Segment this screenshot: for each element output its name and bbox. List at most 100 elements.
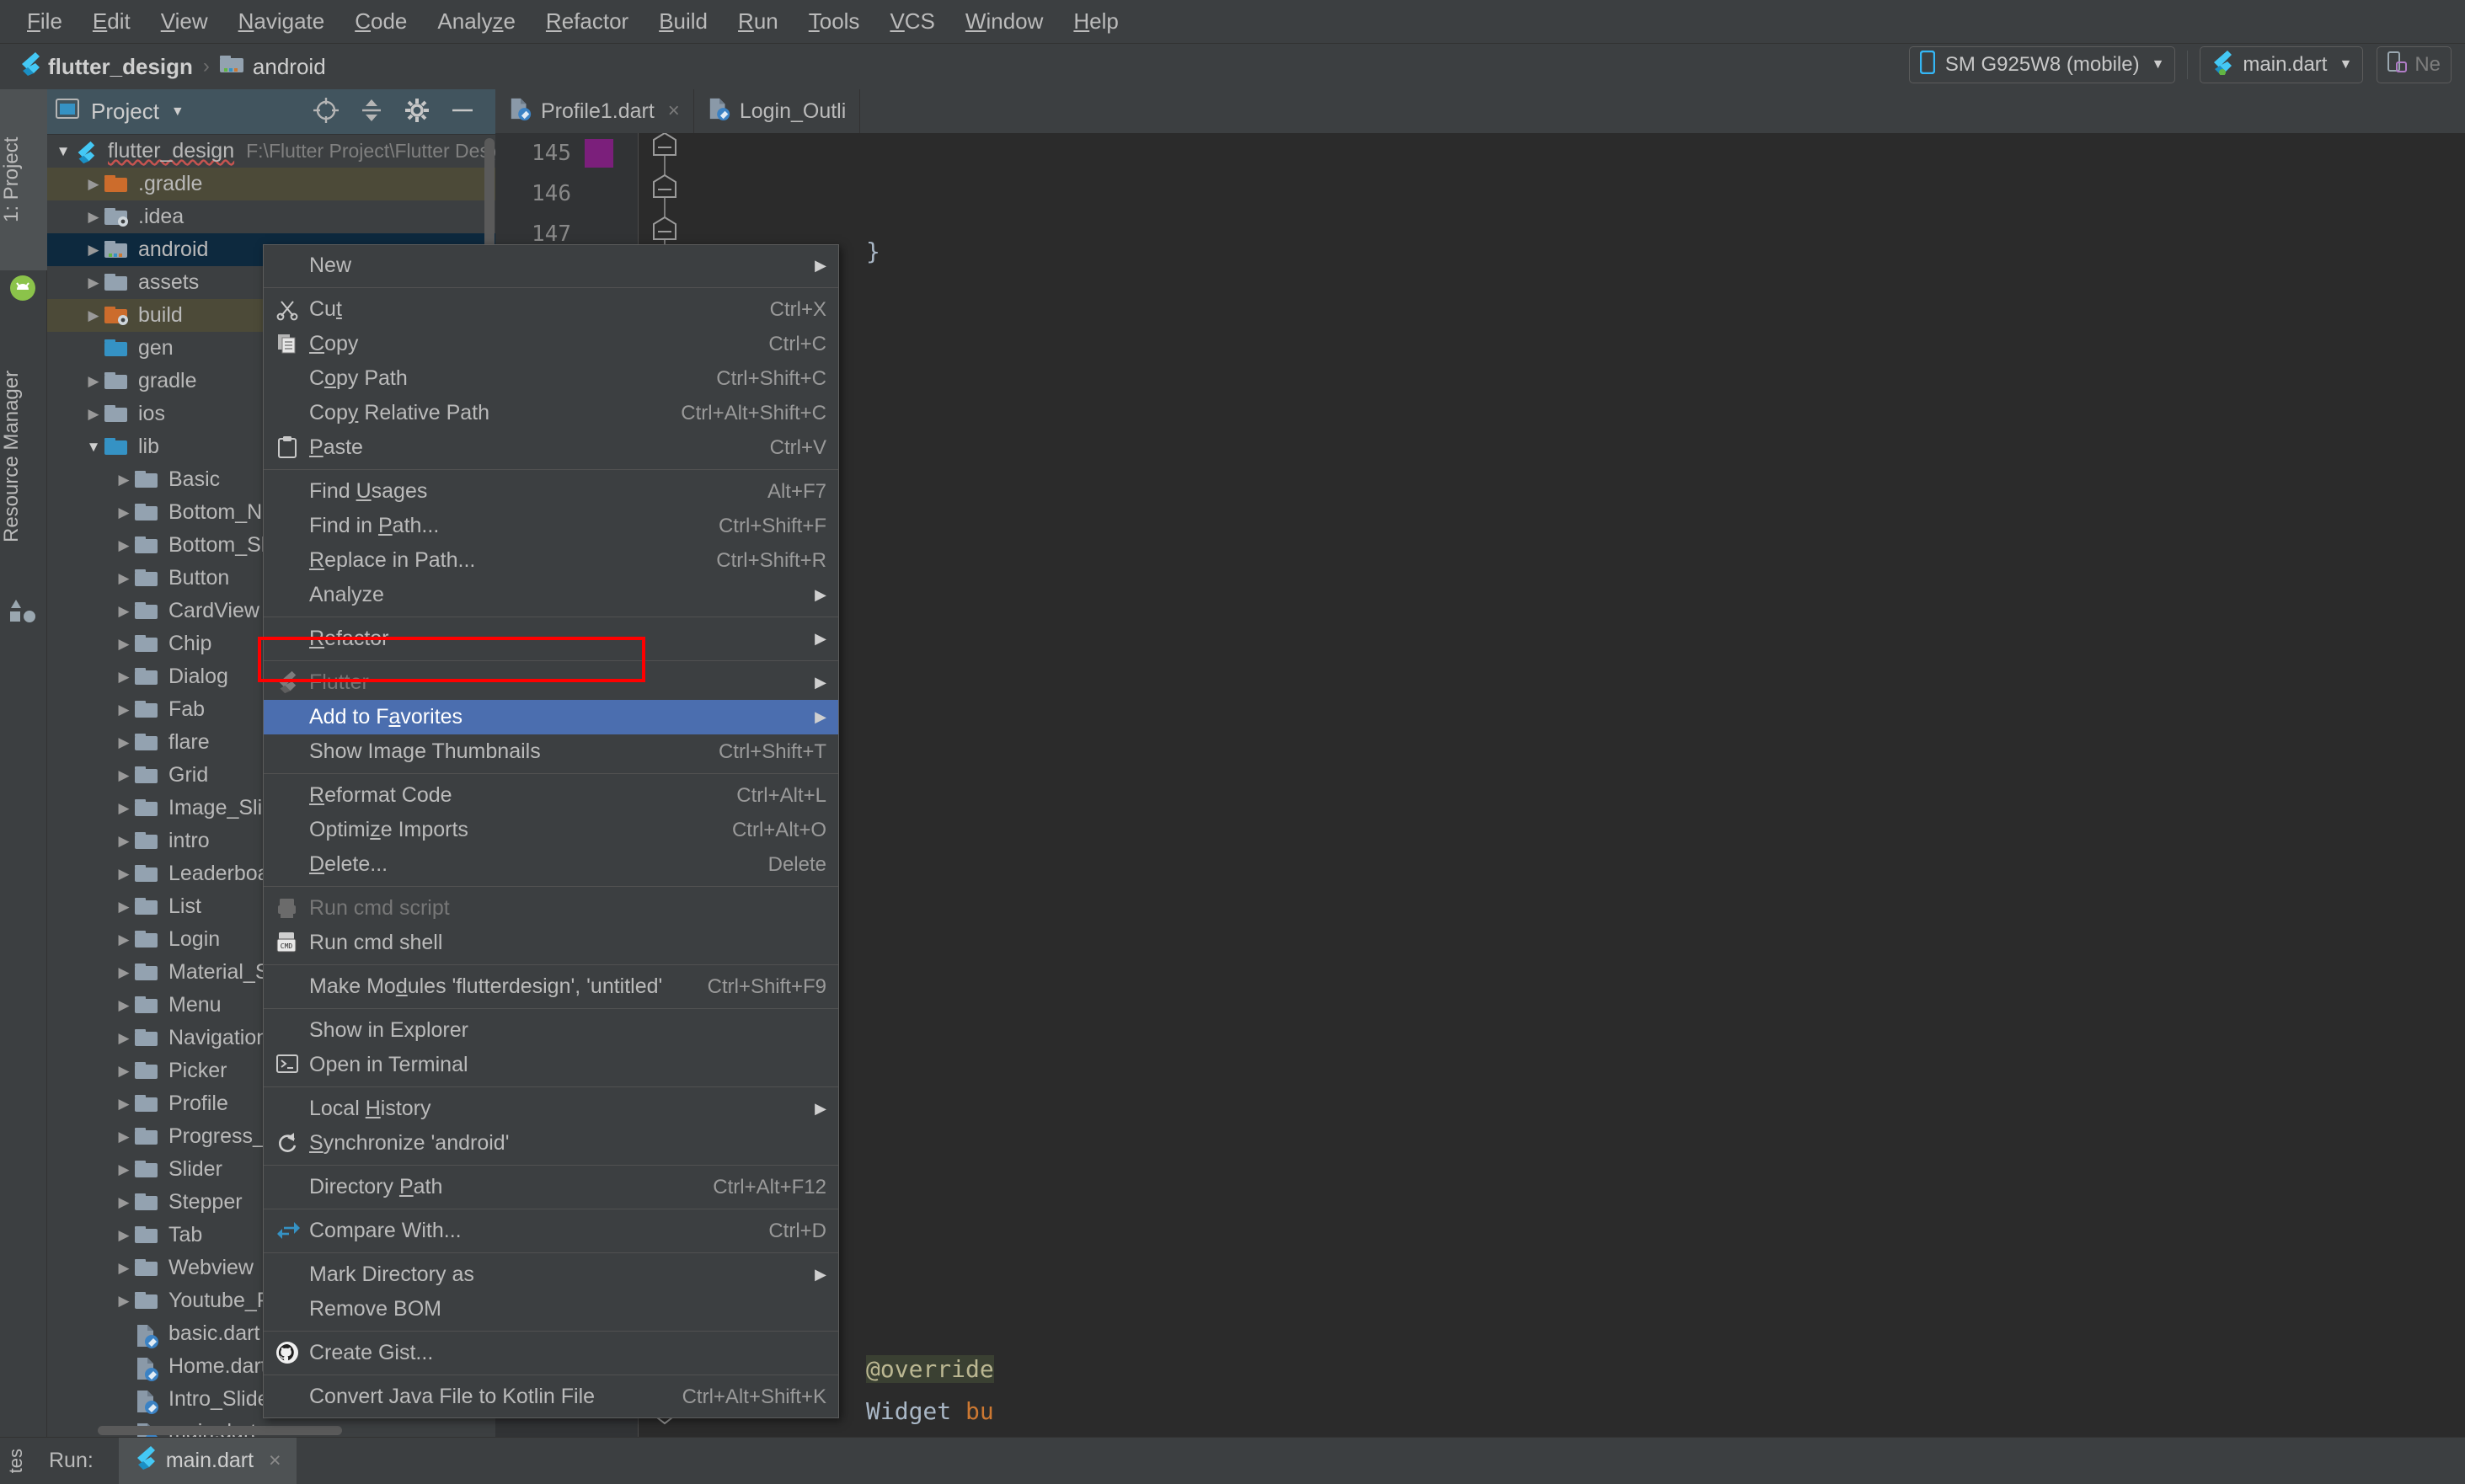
context-menu-item-create-gist[interactable]: Create Gist... bbox=[264, 1336, 838, 1370]
context-menu-item-find-usages[interactable]: Find UsagesAlt+F7 bbox=[264, 474, 838, 509]
collapse-all-icon[interactable] bbox=[357, 96, 389, 128]
menu-vcs[interactable]: VCS bbox=[874, 5, 949, 38]
project-tree-hscrollbar[interactable] bbox=[98, 1426, 342, 1435]
context-menu-item-convert-java-file-to-kotlin-file[interactable]: Convert Java File to Kotlin FileCtrl+Alt… bbox=[264, 1380, 838, 1414]
menu-refactor[interactable]: Refactor bbox=[531, 5, 644, 38]
context-menu-item-copy-relative-path[interactable]: Copy Relative PathCtrl+Alt+Shift+C bbox=[264, 396, 838, 430]
chevron-right-icon[interactable]: ▶ bbox=[113, 702, 135, 718]
tree-item-flutter_design[interactable]: ▼flutter_designF:\Flutter Project\Flutte… bbox=[47, 135, 495, 168]
sidebar-item-resource-manager[interactable]: Resource Manager bbox=[0, 322, 47, 591]
context-menu-item-show-image-thumbnails[interactable]: Show Image ThumbnailsCtrl+Shift+T bbox=[264, 734, 838, 769]
context-menu-item-replace-in-path[interactable]: Replace in Path...Ctrl+Shift+R bbox=[264, 543, 838, 578]
color-swatch[interactable] bbox=[585, 139, 613, 168]
gear-icon[interactable] bbox=[403, 96, 435, 128]
sidebar-item-project[interactable]: 1: Project bbox=[0, 89, 47, 270]
context-menu-item-copy-path[interactable]: Copy PathCtrl+Shift+C bbox=[264, 361, 838, 396]
close-icon[interactable]: × bbox=[668, 99, 680, 123]
chevron-right-icon[interactable]: ▶ bbox=[83, 209, 104, 226]
fold-markers-top[interactable] bbox=[645, 133, 684, 259]
minimize-icon[interactable] bbox=[448, 96, 480, 128]
menu-edit[interactable]: Edit bbox=[78, 5, 146, 38]
chevron-down-icon[interactable]: ▼ bbox=[171, 104, 184, 120]
menu-view[interactable]: View bbox=[146, 5, 223, 38]
chevron-right-icon[interactable]: ▶ bbox=[113, 1063, 135, 1080]
menu-window[interactable]: Window bbox=[950, 5, 1058, 38]
breadcrumb-project[interactable]: flutter_design bbox=[48, 54, 193, 80]
context-menu-item-optimize-imports[interactable]: Optimize ImportsCtrl+Alt+O bbox=[264, 813, 838, 847]
chevron-right-icon[interactable]: ▶ bbox=[113, 833, 135, 850]
chevron-right-icon[interactable]: ▶ bbox=[113, 537, 135, 554]
sidebar-item-favorites-label[interactable]: tes bbox=[5, 1449, 27, 1473]
context-menu-item-analyze[interactable]: Analyze▶ bbox=[264, 578, 838, 612]
device-selector[interactable]: SM G925W8 (mobile) ▼ bbox=[1909, 46, 2176, 83]
context-menu-item-remove-bom[interactable]: Remove BOM bbox=[264, 1292, 838, 1327]
chevron-right-icon[interactable]: ▶ bbox=[83, 242, 104, 259]
menu-run[interactable]: Run bbox=[723, 5, 794, 38]
chevron-right-icon[interactable]: ▶ bbox=[113, 1030, 135, 1047]
chevron-right-icon[interactable]: ▶ bbox=[113, 964, 135, 981]
chevron-right-icon[interactable]: ▶ bbox=[113, 504, 135, 521]
run-tab-main-dart[interactable]: main.dart × bbox=[119, 1438, 297, 1484]
context-menu-item-open-in-terminal[interactable]: Open in Terminal bbox=[264, 1048, 838, 1082]
context-menu[interactable]: New▶ CutCtrl+XCopyCtrl+CCopy PathCtrl+Shi… bbox=[263, 244, 839, 1418]
breadcrumb-folder[interactable]: android bbox=[253, 54, 326, 80]
context-menu-item-compare-with[interactable]: Compare With...Ctrl+D bbox=[264, 1214, 838, 1248]
chevron-right-icon[interactable]: ▶ bbox=[113, 603, 135, 620]
chevron-right-icon[interactable]: ▶ bbox=[113, 734, 135, 751]
run-config-selector[interactable]: main.dart ▼ bbox=[2200, 46, 2363, 83]
chevron-right-icon[interactable]: ▶ bbox=[113, 570, 135, 587]
chevron-right-icon[interactable]: ▶ bbox=[83, 275, 104, 291]
chevron-right-icon[interactable]: ▶ bbox=[113, 866, 135, 883]
device-manager-button[interactable]: Ne bbox=[2377, 46, 2452, 83]
chevron-right-icon[interactable]: ▶ bbox=[113, 1161, 135, 1178]
context-menu-item-make-modules-flutterdesign-untitled[interactable]: Make Modules 'flutterdesign', 'untitled'… bbox=[264, 969, 838, 1004]
chevron-right-icon[interactable]: ▶ bbox=[113, 1096, 135, 1113]
context-menu-item-cut[interactable]: CutCtrl+X bbox=[264, 292, 838, 327]
menu-navigate[interactable]: Navigate bbox=[223, 5, 340, 38]
chevron-right-icon[interactable]: ▶ bbox=[113, 997, 135, 1014]
chevron-right-icon[interactable]: ▶ bbox=[113, 1260, 135, 1277]
menu-help[interactable]: Help bbox=[1058, 5, 1133, 38]
context-menu-item-delete[interactable]: Delete...Delete bbox=[264, 847, 838, 882]
menu-tools[interactable]: Tools bbox=[794, 5, 875, 38]
context-menu-item-mark-directory-as[interactable]: Mark Directory as▶ bbox=[264, 1257, 838, 1292]
context-menu-item-paste[interactable]: PasteCtrl+V bbox=[264, 430, 838, 465]
context-menu-item-local-history[interactable]: Local History▶ bbox=[264, 1092, 838, 1126]
context-menu-item-refactor[interactable]: Refactor▶ bbox=[264, 622, 838, 656]
chevron-right-icon[interactable]: ▶ bbox=[113, 1129, 135, 1145]
chevron-right-icon[interactable]: ▶ bbox=[113, 767, 135, 784]
chevron-right-icon[interactable]: ▶ bbox=[83, 373, 104, 390]
editor-tab-profile1dart[interactable]: Profile1.dart× bbox=[495, 89, 694, 133]
context-menu-item-reformat-code[interactable]: Reformat CodeCtrl+Alt+L bbox=[264, 778, 838, 813]
tree-item-.idea[interactable]: ▶.idea bbox=[47, 200, 495, 233]
context-menu-item-add-to-favorites[interactable]: Add to Favorites▶ bbox=[264, 700, 838, 734]
menu-code[interactable]: Code bbox=[340, 5, 422, 38]
context-menu-item-new[interactable]: New▶ bbox=[264, 248, 838, 283]
chevron-right-icon[interactable]: ▶ bbox=[113, 800, 135, 817]
context-menu-item-run-cmd-shell[interactable]: CMDRun cmd shell bbox=[264, 926, 838, 960]
chevron-right-icon[interactable]: ▶ bbox=[113, 932, 135, 948]
chevron-right-icon[interactable]: ▶ bbox=[113, 636, 135, 653]
menu-build[interactable]: Build bbox=[644, 5, 723, 38]
context-menu-item-synchronize-android[interactable]: Synchronize 'android' bbox=[264, 1126, 838, 1161]
context-menu-item-copy[interactable]: CopyCtrl+C bbox=[264, 327, 838, 361]
menu-file[interactable]: File bbox=[12, 5, 78, 38]
context-menu-item-directory-path[interactable]: Directory PathCtrl+Alt+F12 bbox=[264, 1170, 838, 1204]
chevron-right-icon[interactable]: ▶ bbox=[83, 406, 104, 423]
close-icon[interactable]: × bbox=[269, 1449, 281, 1473]
chevron-down-icon[interactable]: ▼ bbox=[83, 439, 104, 456]
context-menu-item-find-in-path[interactable]: Find in Path...Ctrl+Shift+F bbox=[264, 509, 838, 543]
context-menu-item-show-in-explorer[interactable]: Show in Explorer bbox=[264, 1013, 838, 1048]
chevron-right-icon[interactable]: ▶ bbox=[83, 307, 104, 324]
tree-item-.gradle[interactable]: ▶.gradle bbox=[47, 168, 495, 200]
chevron-right-icon[interactable]: ▶ bbox=[83, 176, 104, 193]
chevron-right-icon[interactable]: ▶ bbox=[113, 899, 135, 915]
target-icon[interactable] bbox=[312, 96, 344, 128]
chevron-right-icon[interactable]: ▶ bbox=[113, 1293, 135, 1310]
menu-analyze[interactable]: Analyze bbox=[422, 5, 531, 38]
chevron-down-icon[interactable]: ▼ bbox=[52, 143, 74, 160]
chevron-right-icon[interactable]: ▶ bbox=[113, 1194, 135, 1211]
chevron-right-icon[interactable]: ▶ bbox=[113, 472, 135, 488]
chevron-right-icon[interactable]: ▶ bbox=[113, 1227, 135, 1244]
editor-tab-loginoutli[interactable]: Login_Outli bbox=[694, 89, 860, 133]
